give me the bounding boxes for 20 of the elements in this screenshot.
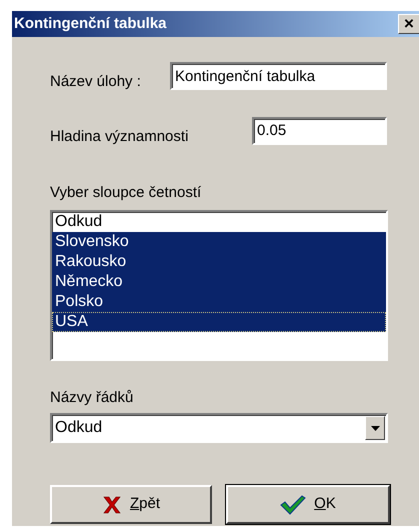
back-button[interactable]: Zpět	[50, 485, 212, 524]
list-item[interactable]: Odkud	[52, 212, 386, 232]
list-item[interactable]: USA	[52, 312, 386, 332]
field-label: Hladina významnosti	[50, 126, 190, 146]
ok-button[interactable]: OK	[226, 485, 390, 524]
column-listbox[interactable]: Odkud Slovensko Rakousko Německo Polsko USA	[50, 210, 388, 360]
window-title: Kontingenční tabulka	[14, 14, 167, 34]
checkmark-icon	[280, 494, 306, 514]
list-item[interactable]: Německo	[52, 272, 386, 292]
list-label: Vyber sloupce četností	[50, 183, 202, 203]
list-item[interactable]: Rakousko	[52, 252, 386, 272]
cross-icon	[102, 496, 122, 514]
field-label: Název úlohy :	[50, 72, 142, 92]
significance-field[interactable]: 0.05	[252, 116, 387, 145]
row-names-dropdown[interactable]: Odkud	[50, 413, 388, 443]
close-button[interactable]: ×	[398, 14, 419, 34]
list-item[interactable]: Polsko	[52, 292, 386, 312]
combo-label: Názvy řádků	[50, 388, 134, 408]
task-name-field[interactable]: Kontingenční tabulka	[170, 62, 387, 90]
list-item[interactable]: Slovensko	[52, 232, 386, 252]
